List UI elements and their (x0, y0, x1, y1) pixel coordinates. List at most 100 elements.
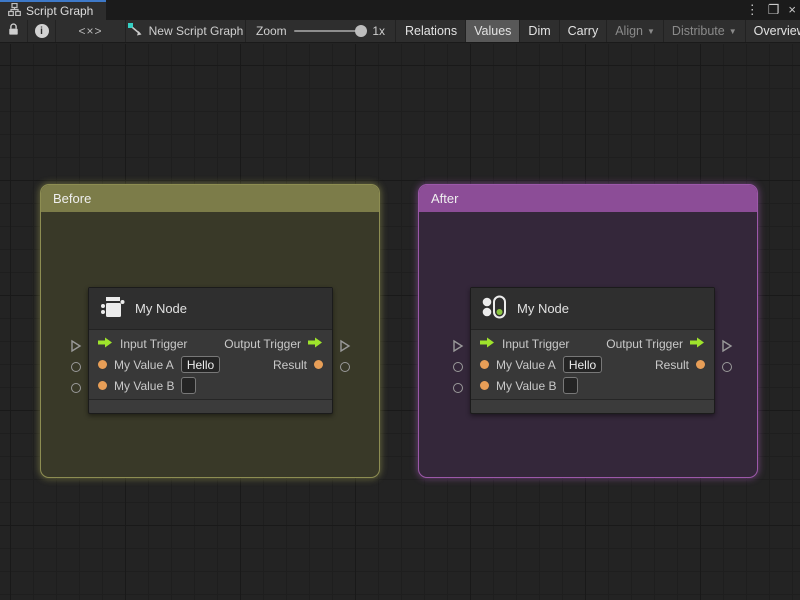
zoom-value: 1x (372, 24, 385, 38)
chevron-down-icon: ▼ (728, 27, 737, 36)
chevron-down-icon: ▼ (647, 27, 655, 36)
graph-canvas[interactable]: Before After My Node Input Trigger Outpu… (0, 44, 800, 600)
external-result-port[interactable] (340, 362, 350, 372)
node-title: My Node (135, 301, 188, 316)
result-port[interactable]: Result (273, 358, 323, 372)
node-ports: Input Trigger Output Trigger My Value A … (471, 330, 714, 399)
input-trigger-label: Input Trigger (120, 336, 188, 351)
node-footer (471, 399, 714, 413)
kebab-menu-icon[interactable]: ⋮ (746, 0, 759, 20)
output-trigger-port[interactable]: Output Trigger (606, 337, 705, 351)
value-port-icon (98, 360, 107, 369)
graph-hierarchy-icon (8, 2, 21, 19)
node-footer (89, 399, 332, 413)
graph-toolbar: i <×> New Script Graph Zoom 1x Relations… (0, 20, 800, 43)
info-icon: i (34, 24, 49, 38)
node-title: My Node (517, 301, 570, 316)
value-b-input[interactable] (563, 377, 579, 394)
zoom-control: Zoom 1x (246, 20, 396, 42)
value-a-input[interactable]: Hello (180, 356, 221, 373)
zoom-slider[interactable] (293, 25, 368, 37)
distribute-label: Distribute (671, 24, 725, 38)
value-b-input[interactable] (181, 377, 197, 394)
external-output-trigger-port[interactable] (339, 339, 351, 353)
code-icon: <×> (78, 24, 103, 38)
output-trigger-port[interactable]: Output Trigger (224, 337, 323, 351)
external-result-port[interactable] (722, 362, 732, 372)
result-label: Result (654, 357, 689, 372)
maximize-icon[interactable]: ❐ (768, 0, 780, 20)
close-icon[interactable]: × (788, 0, 796, 20)
port-row-value-b: My Value B (471, 375, 714, 396)
node-my-node-before[interactable]: My Node Input Trigger Output Trigger My … (71, 287, 351, 414)
value-b-port[interactable]: My Value B (98, 377, 197, 394)
node-header[interactable]: My Node (89, 288, 332, 330)
result-label: Result (272, 357, 307, 372)
overview-button[interactable]: Overview (746, 20, 800, 42)
carry-button[interactable]: Carry (560, 20, 608, 42)
external-value-a-port[interactable] (453, 362, 463, 372)
value-a-input[interactable]: Hello (562, 356, 603, 373)
external-output-trigger-port[interactable] (721, 339, 733, 353)
align-dropdown[interactable]: Align ▼ (607, 20, 664, 42)
value-a-port[interactable]: My Value A Hello (98, 356, 221, 373)
node-my-node-after[interactable]: My Node Input Trigger Output Trigger My … (453, 287, 733, 414)
dim-button[interactable]: Dim (520, 20, 560, 42)
script-graph-icon (127, 23, 143, 39)
lock-button[interactable] (0, 20, 28, 42)
value-a-port[interactable]: My Value A Hello (480, 356, 603, 373)
toolbar-left-group: i <×> New Script Graph Zoom 1x (0, 20, 396, 42)
result-port[interactable]: Result (655, 358, 705, 372)
port-row-value-a: My Value A Hello Result (471, 354, 714, 375)
new-script-graph-label: New Script Graph (148, 24, 244, 38)
toggle-unit-icon (481, 294, 507, 323)
node-header[interactable]: My Node (471, 288, 714, 330)
group-after-header[interactable]: After (419, 185, 757, 212)
overview-label: Overview (753, 24, 800, 38)
zoom-slider-knob[interactable] (355, 25, 368, 37)
port-row-triggers: Input Trigger Output Trigger (471, 333, 714, 354)
port-row-value-a: My Value A Hello Result (89, 354, 332, 375)
new-script-graph-button[interactable]: New Script Graph (126, 20, 246, 42)
value-a-label: My Value A (496, 357, 556, 372)
lock-icon (6, 22, 21, 40)
group-before-header[interactable]: Before (41, 185, 379, 212)
value-port-icon (98, 381, 107, 390)
flow-arrow-icon (98, 337, 113, 351)
tab-script-graph[interactable]: Script Graph (0, 0, 106, 20)
external-value-b-port[interactable] (71, 383, 81, 393)
info-button[interactable]: i (28, 20, 56, 42)
window-controls: ⋮ ❐ × (746, 0, 796, 20)
port-row-triggers: Input Trigger Output Trigger (89, 333, 332, 354)
port-row-value-b: My Value B (89, 375, 332, 396)
output-trigger-label: Output Trigger (606, 336, 683, 351)
carry-label: Carry (567, 24, 599, 38)
zoom-label: Zoom (256, 24, 287, 38)
input-trigger-port[interactable]: Input Trigger (98, 337, 187, 351)
tab-bar: Script Graph ⋮ ❐ × (0, 0, 800, 20)
value-port-icon (480, 381, 489, 390)
value-b-port[interactable]: My Value B (480, 377, 579, 394)
default-unit-icon (99, 294, 125, 323)
relations-button[interactable]: Relations (397, 20, 467, 42)
flow-arrow-icon (690, 337, 705, 351)
distribute-dropdown[interactable]: Distribute ▼ (664, 20, 746, 42)
value-b-label: My Value B (114, 378, 175, 393)
group-after-title: After (431, 191, 459, 206)
flow-arrow-icon (308, 337, 323, 351)
external-input-trigger-port[interactable] (452, 339, 464, 353)
external-input-trigger-port[interactable] (70, 339, 82, 353)
value-port-icon (696, 360, 705, 369)
values-label: Values (474, 24, 512, 38)
values-button[interactable]: Values (466, 20, 521, 42)
external-value-a-port[interactable] (71, 362, 81, 372)
value-b-label: My Value B (496, 378, 557, 393)
input-trigger-port[interactable]: Input Trigger (480, 337, 569, 351)
script-graph-window: Script Graph ⋮ ❐ × i <×> New Script Grap… (0, 0, 800, 600)
relations-label: Relations (405, 24, 458, 38)
external-value-b-port[interactable] (453, 383, 463, 393)
flow-arrow-icon (480, 337, 495, 351)
toolbar-toggle-group: Relations Values Dim Carry Align ▼ Distr… (397, 20, 800, 42)
code-view-button[interactable]: <×> (56, 20, 126, 42)
group-before-title: Before (53, 191, 92, 206)
